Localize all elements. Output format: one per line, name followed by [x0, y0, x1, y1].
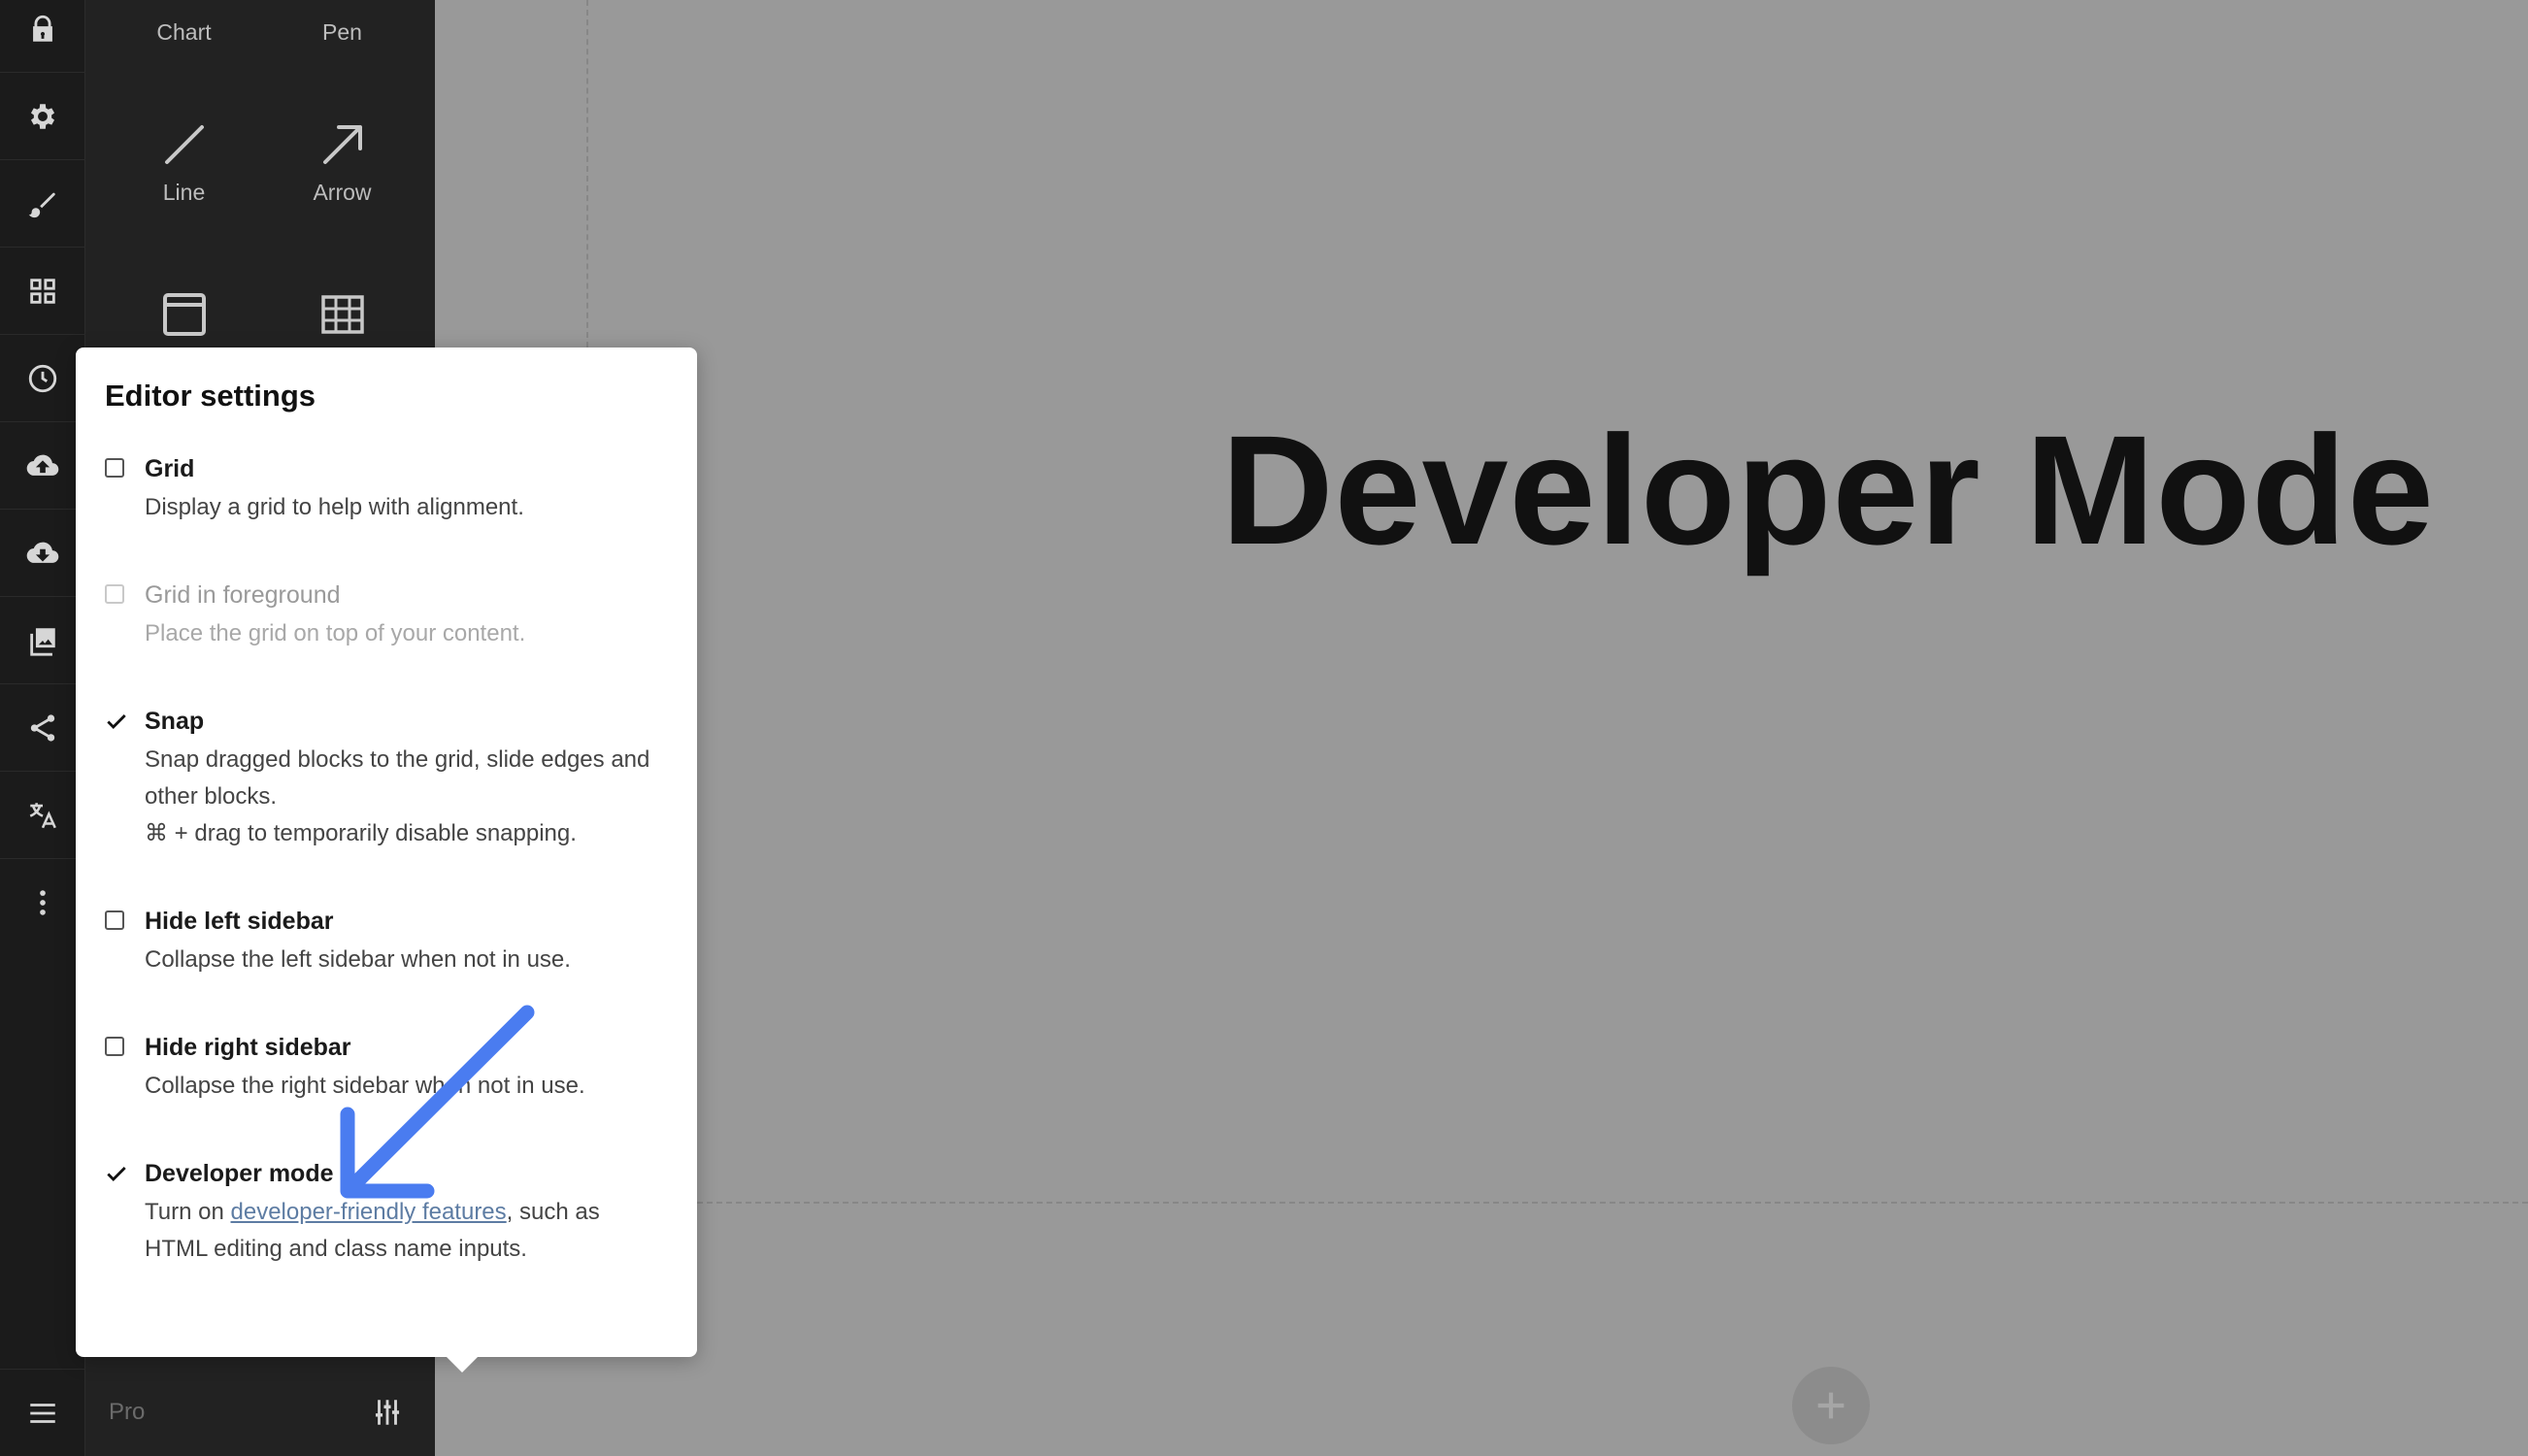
upload-button[interactable]: [0, 422, 85, 510]
tool-line[interactable]: Line: [105, 121, 263, 206]
history-button[interactable]: [0, 335, 85, 422]
brush-icon: [28, 192, 55, 217]
menu-button[interactable]: [0, 1369, 85, 1456]
slide-guide-horizontal: [697, 1202, 2528, 1204]
option-label: Grid in foreground: [145, 581, 341, 609]
table-icon: [320, 295, 364, 334]
share-icon: [30, 713, 55, 742]
tool-pen[interactable]: Pen: [263, 19, 421, 46]
option-label: Grid: [145, 455, 195, 482]
hide-right-sidebar-checkbox[interactable]: [105, 1037, 124, 1056]
translate-icon: [29, 802, 56, 828]
more-button[interactable]: [0, 859, 85, 946]
share-button[interactable]: [0, 684, 85, 772]
tool-line-label: Line: [162, 180, 206, 205]
option-label: Hide left sidebar: [145, 908, 334, 935]
design-button[interactable]: [0, 160, 85, 248]
tool-embed[interactable]: [105, 291, 263, 349]
tool-pen-label: Pen: [322, 19, 362, 45]
cloud-upload-icon: [26, 454, 59, 476]
lock-button[interactable]: [0, 0, 85, 73]
option-hint: ⌘ + drag to temporarily disable snapping…: [145, 820, 577, 846]
popover-tail: [445, 1355, 480, 1373]
option-grid[interactable]: Grid Display a grid to help with alignme…: [105, 454, 668, 526]
option-snap[interactable]: Snap Snap dragged blocks to the grid, sl…: [105, 707, 668, 852]
pro-label[interactable]: Pro: [109, 1399, 145, 1426]
settings-button[interactable]: [0, 73, 85, 160]
blocks-button[interactable]: [0, 248, 85, 335]
option-grid-foreground[interactable]: Grid in foreground Place the grid on top…: [105, 580, 668, 652]
option-description: Display a grid to help with alignment.: [145, 494, 524, 520]
tool-chart[interactable]: Chart: [105, 19, 263, 46]
translate-button[interactable]: [0, 772, 85, 859]
cloud-download-icon: [26, 542, 59, 563]
slide-heading[interactable]: Developer Mode: [1221, 413, 2435, 568]
hide-left-sidebar-checkbox[interactable]: [105, 910, 124, 930]
grid-icon: [30, 278, 55, 304]
tool-chart-label: Chart: [156, 19, 212, 45]
add-slide-button[interactable]: [1792, 1367, 1870, 1444]
line-icon: [164, 125, 204, 164]
gear-icon: [30, 103, 55, 129]
desc-prefix: Turn on: [145, 1199, 231, 1225]
more-vertical-icon: [40, 890, 46, 915]
tool-table[interactable]: [263, 291, 421, 349]
option-hide-left-sidebar[interactable]: Hide left sidebar Collapse the left side…: [105, 907, 668, 978]
option-label: Snap: [145, 708, 205, 735]
grid-checkbox[interactable]: [105, 458, 124, 478]
tool-arrow[interactable]: Arrow: [263, 121, 421, 206]
panel-footer: Pro: [85, 1369, 435, 1456]
left-icon-rail: [0, 0, 85, 1456]
images-icon: [30, 627, 55, 656]
option-description: Place the grid on top of your content.: [145, 620, 526, 646]
grid-foreground-checkbox[interactable]: [105, 584, 124, 604]
plus-icon: [1817, 1392, 1845, 1419]
clock-icon: [28, 364, 57, 392]
window-icon: [162, 293, 206, 336]
checkmark-icon[interactable]: [104, 709, 129, 734]
checkmark-icon[interactable]: [104, 1161, 129, 1186]
sliders-icon: [375, 1400, 400, 1425]
annotation-arrow-icon: [340, 1005, 535, 1199]
popover-title: Editor settings: [105, 379, 316, 413]
editor-settings-button[interactable]: [363, 1388, 412, 1437]
download-button[interactable]: [0, 510, 85, 597]
option-description: Collapse the left sidebar when not in us…: [145, 946, 571, 973]
tool-arrow-label: Arrow: [313, 180, 372, 205]
slide-guide-vertical: [586, 0, 588, 347]
media-button[interactable]: [0, 597, 85, 684]
arrow-icon: [322, 125, 362, 164]
lock-icon: [33, 15, 52, 42]
option-description: Snap dragged blocks to the grid, slide e…: [145, 746, 650, 810]
hamburger-icon: [30, 1403, 55, 1423]
